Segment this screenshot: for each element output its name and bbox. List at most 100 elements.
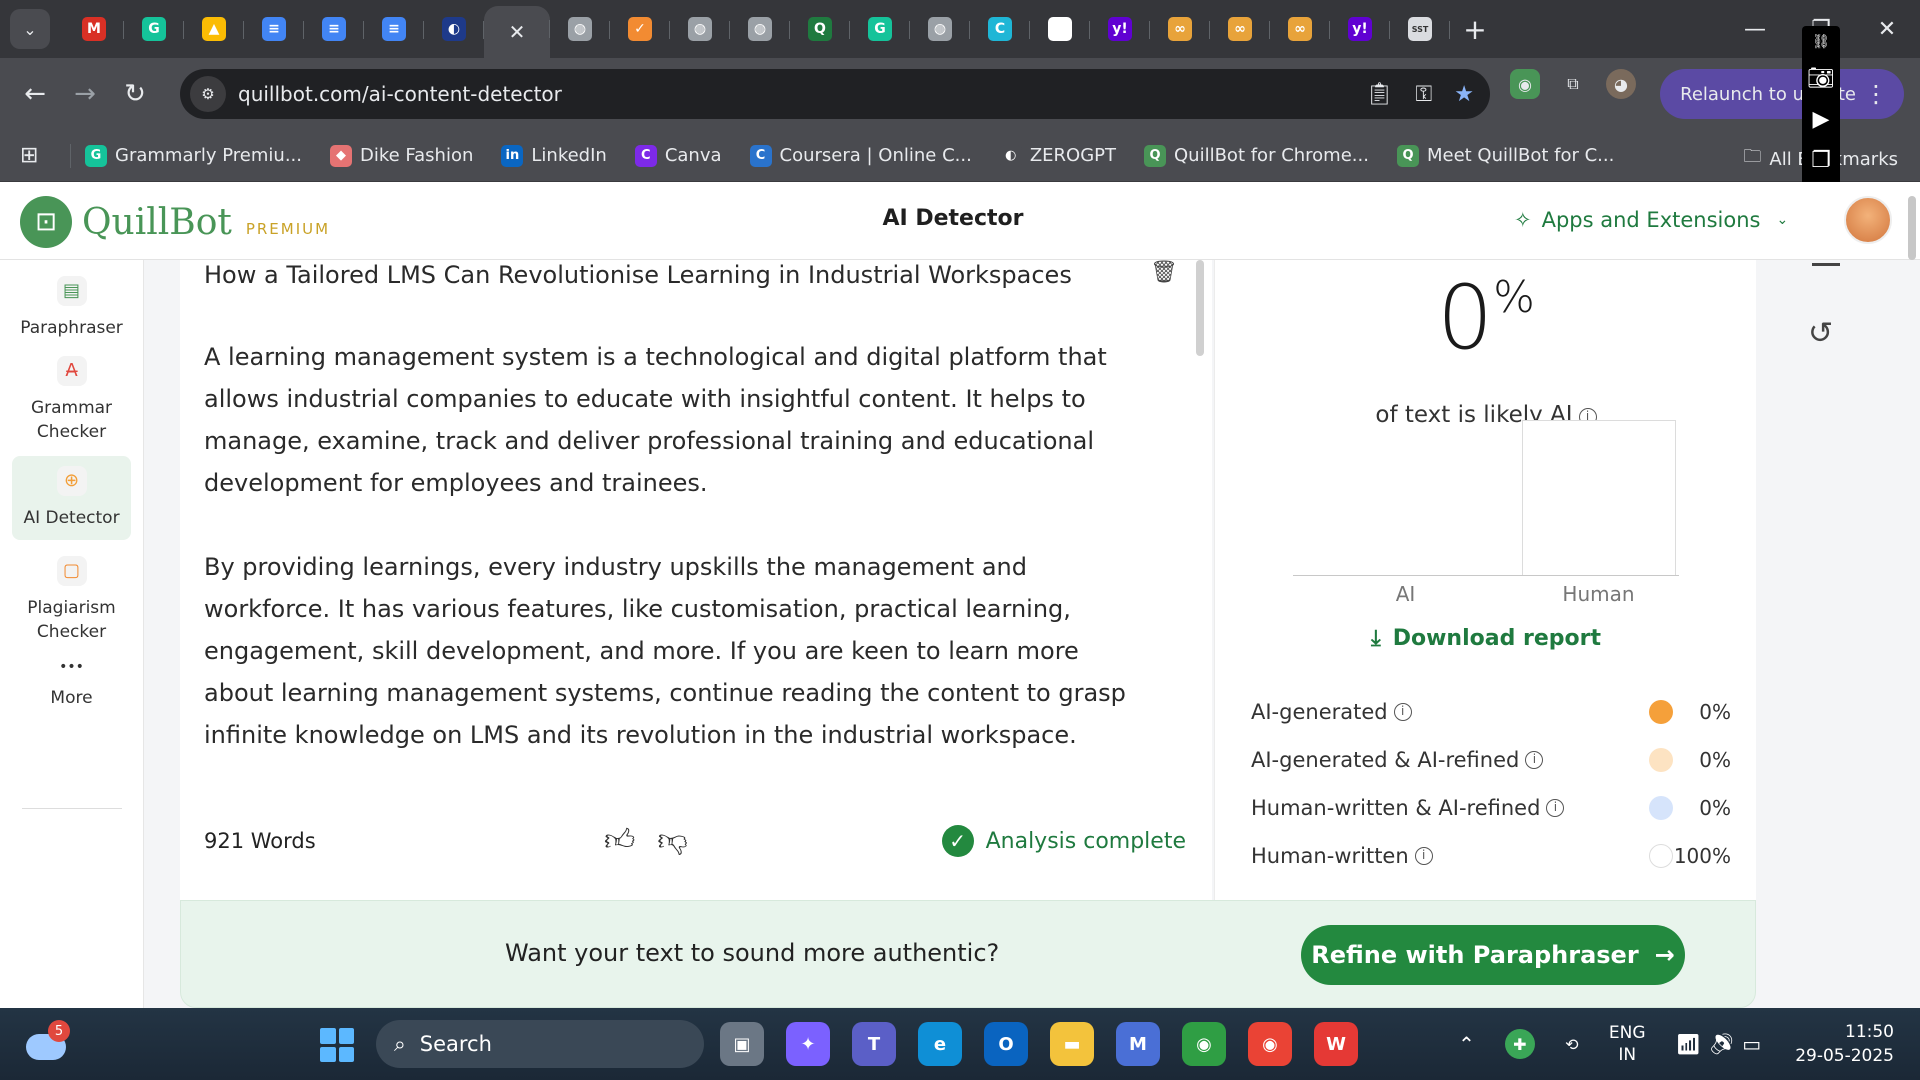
thumbs-down-icon[interactable]: 👎︎ [657,823,687,859]
bookmark-star-icon[interactable]: ★ [1454,82,1474,107]
browser-tab[interactable]: ◍ [910,7,970,51]
search-placeholder: Search [419,1032,492,1056]
sidebar-item-ai-detector[interactable]: ⊕ AI Detector [12,456,131,540]
check-circle-icon: ✓ [941,825,974,857]
sync-icon[interactable]: ⟲ [1557,1029,1587,1059]
taskbar-app-outlook[interactable]: O [984,1022,1028,1066]
browser-tab[interactable]: ∞ [1150,7,1210,51]
info-icon[interactable]: i [1546,799,1565,817]
close-tab-icon[interactable]: ✕ [505,20,529,44]
browser-tab[interactable]: ◍ [730,7,790,51]
browser-tab[interactable]: ≡ [244,7,304,51]
tab-search-button[interactable]: ⌄ [10,9,50,49]
bookmark-item[interactable]: C Canva [634,144,722,167]
browser-tab-active[interactable]: ✕ [484,6,550,58]
window-capture-icon[interactable]: ❐ [1811,148,1831,173]
browser-tab[interactable]: ✓ [610,7,670,51]
sidebar-item-paraphraser[interactable]: ▤ Paraphraser [12,276,131,340]
trash-icon[interactable]: 🗑︎ [1150,260,1178,285]
browser-tab[interactable]: ✺ [1030,7,1090,51]
bookmark-item[interactable]: G Grammarly Premiu... [85,144,302,167]
forward-button[interactable]: → [60,69,110,119]
taskbar-app-file-explorer[interactable]: ▬ [1050,1022,1094,1066]
pinned-apps: ▣ ✦ Te O ▬ M ◉ ◉ W [720,1022,1358,1066]
browser-tab[interactable]: M [64,7,124,51]
apps-extensions-button[interactable]: ✧ Apps and Extensions ⌄ [1514,208,1788,232]
bookmark-item[interactable]: C Coursera | Online C... [749,144,972,167]
browser-tab[interactable]: SST [1390,7,1450,51]
address-bar[interactable]: ⚙ quillbot.com/ai-content-detector 📋︎ ⚿ … [180,69,1490,119]
site-info-icon[interactable]: ⚙ [190,76,226,112]
comment-icon[interactable] [1812,260,1840,266]
bookmark-item[interactable]: in LinkedIn [501,144,607,167]
input-language[interactable]: ENG IN [1609,1022,1646,1066]
bookmark-label: Coursera | Online C... [779,145,972,166]
user-avatar[interactable] [1844,196,1892,244]
wifi-volume-battery-icons[interactable]: 📶︎🔊︎▭ [1676,1032,1770,1056]
link-icon[interactable]: ⛓ [1812,34,1830,50]
browser-tab[interactable]: ◍ [550,7,610,51]
browser-tab[interactable]: ▲ [184,7,244,51]
sidebar-item-plagiarism-checker[interactable]: ▢ Plagiarism Checker [12,556,131,644]
browser-tab[interactable]: y! [1090,7,1150,51]
weather-widget[interactable]: 5 [26,1020,70,1064]
reload-button[interactable]: ↻ [110,69,160,119]
bookmark-item[interactable]: ◐ ZEROGPT [999,144,1116,167]
taskbar-app-edge[interactable]: e [918,1022,962,1066]
bookmark-item[interactable]: Q Meet QuillBot for C... [1396,144,1614,167]
windows-taskbar: 5 ⌕ Search ▣ ✦ Te O ▬ M ◉ ◉ W ⌃ ✚ ⟲ ENG IN 📶︎🔊︎▭… [0,1008,1920,1080]
video-camera-icon[interactable]: ▶ [1813,107,1830,132]
info-icon[interactable]: i [1525,751,1544,769]
apps-grid-icon[interactable]: ⊞ [20,143,60,168]
start-button[interactable] [320,1028,354,1062]
taskbar-search[interactable]: ⌕ Search [376,1020,704,1068]
refine-with-paraphraser-button[interactable]: Refine with Paraphraser → [1301,925,1685,985]
browser-tab[interactable]: ◍ [670,7,730,51]
thumbs-up-icon[interactable]: 👍︎ [604,823,635,859]
taskbar-app-chrome[interactable]: ◉ [1248,1022,1292,1066]
taskbar-app-task-view[interactable]: ▣ [720,1022,764,1066]
browser-tab[interactable]: ≡ [304,7,364,51]
clock[interactable]: 11:50 29-05-2025 [1795,1020,1894,1068]
editor-scrollbar[interactable] [1196,260,1204,356]
history-icon[interactable]: ↺ [1808,316,1833,351]
close-window-button[interactable]: ✕ [1854,17,1920,42]
taskbar-app-copilot[interactable]: ✦ [786,1022,830,1066]
editor-text[interactable]: How a Tailored LMS Can Revolutionise Lea… [204,260,1134,798]
browser-tab[interactable]: G [124,7,184,51]
minimize-button[interactable]: — [1722,17,1788,42]
info-icon[interactable]: i [1414,847,1433,865]
bookmark-item[interactable]: Q QuillBot for Chrome... [1144,144,1369,167]
taskbar-app-wps[interactable]: W [1314,1022,1358,1066]
browser-tab[interactable]: C [970,7,1030,51]
quillbot-extension-icon[interactable]: ◉ [1510,69,1540,99]
browser-tab[interactable]: y! [1330,7,1390,51]
key-icon[interactable]: ⚿ [1416,82,1433,107]
url-text[interactable]: quillbot.com/ai-content-detector [238,82,562,106]
browser-tab[interactable]: ∞ [1270,7,1330,51]
taskbar-app-chrome-profile[interactable]: ◉ [1182,1022,1226,1066]
browser-tab[interactable]: Q [790,7,850,51]
page-scrollbar[interactable] [1908,196,1916,260]
clipboard-icon[interactable]: 📋︎ [1366,82,1394,107]
browser-tab[interactable]: ∞ [1210,7,1270,51]
sidebar-item-more[interactable]: ••• More [12,652,131,710]
camera-icon[interactable]: 📷︎ [1807,66,1835,91]
download-report-button[interactable]: ⤓ Download report [1215,626,1757,651]
browser-tab[interactable]: ≡ [364,7,424,51]
back-button[interactable]: ← [10,69,60,119]
bookmark-item[interactable]: ◆ Dike Fashion [329,144,473,167]
taskbar-app-m365[interactable]: M [1116,1022,1160,1066]
relaunch-button[interactable]: Relaunch to update ⋮ [1660,69,1904,119]
profile-avatar-icon[interactable]: ◕ [1606,69,1636,99]
chevron-up-icon[interactable]: ⌃ [1458,1032,1475,1056]
tray-app-icon[interactable]: ✚ [1504,1029,1535,1059]
info-icon[interactable]: i [1393,703,1412,721]
browser-tab[interactable]: G [850,7,910,51]
browser-tab[interactable]: ◐ [424,7,484,51]
extensions-puzzle-icon[interactable]: ⧉ [1558,69,1588,99]
sidebar-item-grammar-checker[interactable]: A̶ Grammar Checker [12,356,131,444]
new-tab-button[interactable]: + [1450,13,1500,46]
kebab-menu-icon[interactable]: ⋮ [1864,80,1888,108]
taskbar-app-teams[interactable]: T [852,1022,896,1066]
